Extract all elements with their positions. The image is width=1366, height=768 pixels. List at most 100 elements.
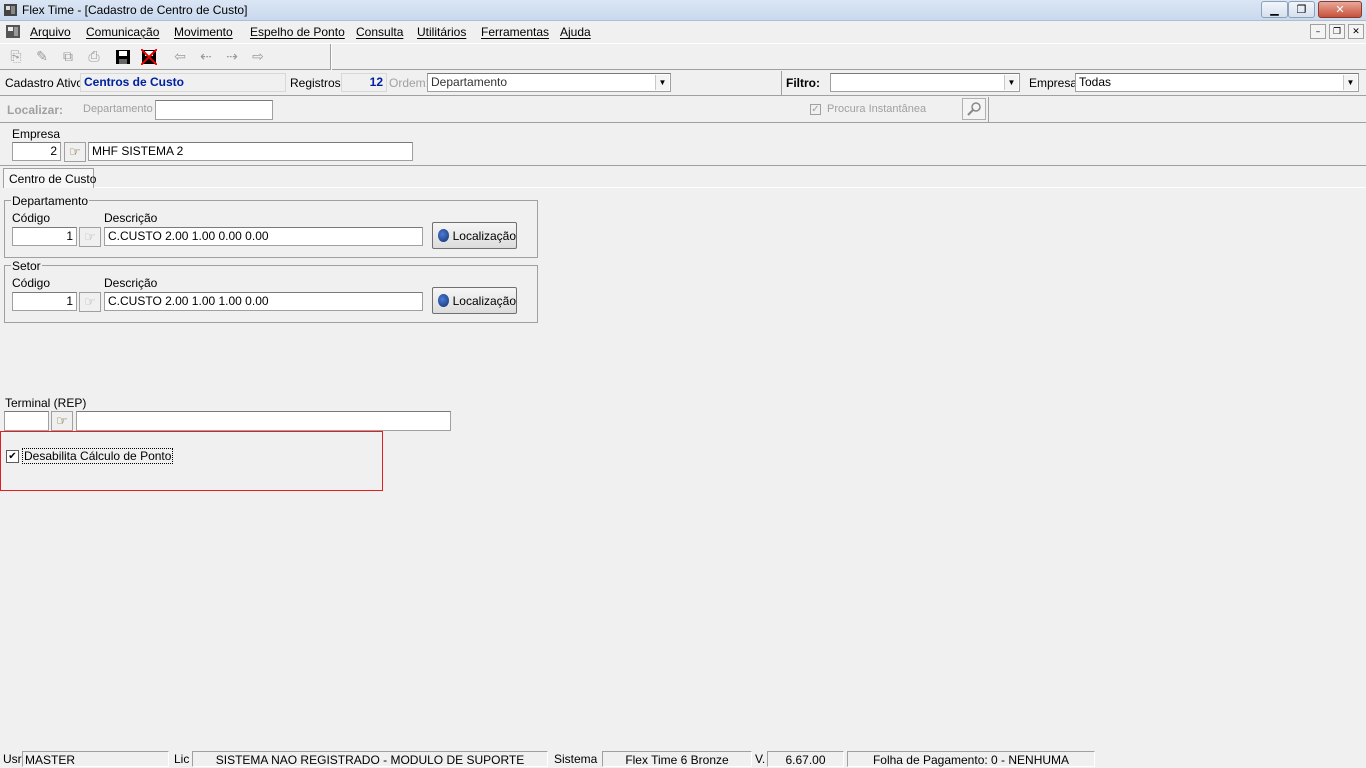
new-record-button[interactable]: ⎘	[5, 47, 27, 67]
child-restore-button[interactable]: ❐	[1329, 24, 1345, 39]
departamento-lookup-button[interactable]: ☞	[79, 227, 101, 247]
procura-instantanea-checkbox[interactable]: ✓	[810, 104, 821, 115]
child-close-button[interactable]: ✕	[1348, 24, 1364, 39]
search-button[interactable]	[962, 98, 986, 120]
terminal-code-input[interactable]	[4, 411, 49, 431]
chevron-down-icon: ▼	[1343, 75, 1357, 90]
terminal-lookup-button[interactable]: ☞	[51, 411, 73, 431]
empresa-filter-label: Empresa:	[1029, 76, 1081, 90]
usr-value: MASTER	[22, 751, 169, 767]
ordem-value: Departamento	[431, 75, 508, 89]
menu-ferramentas[interactable]: Ferramentas	[481, 25, 549, 39]
localizar-input[interactable]	[155, 100, 273, 120]
app-icon	[4, 4, 17, 16]
menu-comunicacao[interactable]: Comunicação	[86, 25, 159, 39]
terminal-name-input[interactable]	[76, 411, 451, 431]
menu-bar: Arquivo Comunicação Movimento Espelho de…	[0, 22, 1366, 42]
setor-descricao-input[interactable]: C.CUSTO 2.00 1.00 1.00 0.00	[104, 292, 423, 311]
menu-arquivo[interactable]: Arquivo	[30, 25, 71, 39]
child-minimize-button[interactable]: –	[1310, 24, 1326, 39]
previous-record-button[interactable]: ⇠	[195, 47, 217, 67]
sistema-label: Sistema	[554, 752, 598, 766]
empresa-label: Empresa	[12, 127, 61, 141]
empresa-name-input[interactable]: MHF SISTEMA 2	[88, 142, 413, 161]
menu-utilitarios[interactable]: Utilitários	[417, 25, 466, 39]
departamento-codigo-input[interactable]: 1	[12, 227, 77, 246]
minimize-icon: –	[1315, 26, 1321, 37]
filtro-select[interactable]: ▼	[830, 73, 1020, 92]
menu-ajuda[interactable]: Ajuda	[560, 25, 591, 39]
localizar-label: Localizar:	[7, 103, 64, 117]
tab-underline	[94, 187, 1366, 188]
empresa-code-input[interactable]: 2	[12, 142, 61, 161]
menu-movimento[interactable]: Movimento	[174, 25, 233, 39]
setor-lookup-button[interactable]: ☞	[79, 292, 101, 312]
delete-button[interactable]	[138, 47, 160, 67]
desabilita-calculo-checkbox[interactable]: ✔	[6, 450, 19, 463]
maximize-button[interactable]: ❐	[1288, 1, 1315, 18]
empresa-select[interactable]: Todas ▼	[1075, 73, 1359, 92]
departamento-legend: Departamento	[11, 194, 90, 208]
magnifier-icon	[967, 102, 981, 116]
tab-centro-de-custo[interactable]: Centro de Custo	[3, 168, 96, 188]
setor-localizacao-button[interactable]: Localização	[432, 287, 517, 314]
lic-label: Lic	[174, 752, 190, 766]
next-record-icon: ⇢	[226, 49, 238, 65]
divider	[988, 97, 989, 122]
first-record-icon: ⇦	[174, 49, 186, 65]
empresa-lookup-button[interactable]: ☞	[64, 142, 86, 162]
procura-instantanea-label: Procura Instantânea	[827, 103, 927, 115]
pointing-hand-icon: ☞	[84, 294, 96, 310]
chevron-down-icon: ▼	[1004, 75, 1018, 90]
window-title: Flex Time - [Cadastro de Centro de Custo…	[22, 3, 248, 17]
menu-consulta[interactable]: Consulta	[356, 25, 403, 39]
print-button[interactable]: ⎙	[83, 47, 105, 67]
next-record-button[interactable]: ⇢	[221, 47, 243, 67]
previous-record-icon: ⇠	[200, 49, 212, 65]
version-value: 6.67.00	[767, 751, 844, 767]
status-bar: Usr MASTER Lic SISTEMA NAO REGISTRADO - …	[0, 750, 1366, 768]
toolbar-separator	[330, 44, 332, 70]
last-record-button[interactable]: ⇨	[247, 47, 269, 67]
save-button[interactable]	[112, 47, 134, 67]
edit-record-button[interactable]: ✎	[31, 47, 53, 67]
departamento-descricao-input[interactable]: C.CUSTO 2.00 1.00 0.00 0.00	[104, 227, 423, 246]
menu-espelho-de-ponto[interactable]: Espelho de Ponto	[250, 25, 345, 39]
pointing-hand-icon: ☞	[84, 229, 96, 245]
empresa-panel: Empresa 2 ☞ MHF SISTEMA 2	[0, 124, 1366, 166]
cadastro-ativo-label: Cadastro Ativo:	[5, 76, 87, 90]
close-icon: ✕	[1352, 26, 1360, 37]
version-label: V.	[755, 752, 766, 766]
desabilita-calculo-label[interactable]: Desabilita Cálculo de Ponto	[21, 448, 174, 464]
departamento-localizacao-label: Localização	[452, 228, 516, 243]
setor-legend: Setor	[11, 259, 42, 273]
localizar-field-label: Departamento	[83, 103, 153, 115]
minimize-button[interactable]: ▁	[1261, 1, 1288, 18]
restore-icon: ❐	[1296, 3, 1307, 16]
new-record-icon: ⎘	[10, 49, 22, 65]
copy-record-icon: ⧉	[63, 49, 73, 65]
terminal-label: Terminal (REP)	[5, 396, 87, 410]
empresa-filter-value: Todas	[1079, 75, 1112, 89]
departamento-codigo-label: Código	[12, 211, 51, 225]
ordem-select[interactable]: Departamento ▼	[427, 73, 671, 92]
cadastro-ativo-value: Centros de Custo	[80, 73, 286, 92]
close-button[interactable]: ✕	[1318, 1, 1362, 18]
edit-record-icon: ✎	[36, 49, 48, 65]
save-icon	[116, 50, 130, 64]
setor-descricao-label: Descrição	[104, 276, 158, 290]
restore-icon: ❐	[1332, 26, 1342, 37]
departamento-localizacao-button[interactable]: Localização	[432, 222, 517, 249]
first-record-button[interactable]: ⇦	[169, 47, 191, 67]
setor-codigo-label: Código	[12, 276, 51, 290]
copy-record-button[interactable]: ⧉	[57, 47, 79, 67]
setor-codigo-input[interactable]: 1	[12, 292, 77, 311]
registros-value: 12	[341, 73, 387, 92]
filtro-label: Filtro:	[786, 76, 820, 90]
pointing-hand-icon: ☞	[69, 144, 81, 160]
search-bar: Localizar: Departamento ✓ Procura Instan…	[0, 97, 1366, 123]
pointing-hand-icon: ☞	[56, 413, 68, 429]
folha-pagamento-status: Folha de Pagamento: 0 - NENHUMA	[847, 751, 1095, 767]
title-bar: Flex Time - [Cadastro de Centro de Custo…	[0, 0, 1366, 21]
globe-icon	[438, 229, 449, 242]
